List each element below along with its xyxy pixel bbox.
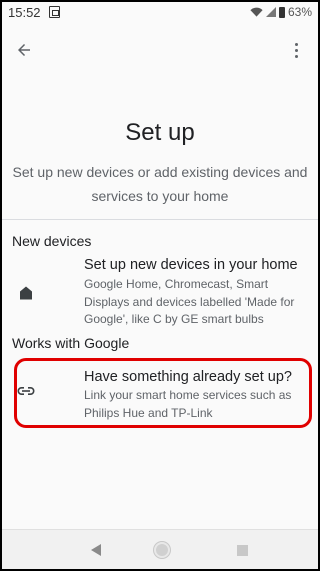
signal-icon	[265, 7, 276, 17]
photo-notification-icon	[48, 6, 60, 18]
battery-icon	[278, 6, 285, 18]
item-description: Google Home, Chromecast, Smart Displays …	[84, 277, 295, 326]
status-indicators: 63%	[250, 5, 312, 19]
nav-back-icon[interactable]	[90, 544, 102, 556]
nav-home-icon[interactable]	[154, 542, 170, 558]
system-nav-bar	[2, 529, 318, 569]
wifi-icon	[250, 7, 263, 17]
section-header-works-with-google: Works with Google	[12, 335, 130, 351]
battery-level: 63%	[287, 5, 312, 19]
list-item-set-up-new-devices[interactable]: Set up new devices in your home Google H…	[2, 256, 318, 328]
page-title: Set up	[125, 119, 195, 146]
more-vert-icon[interactable]	[284, 38, 308, 62]
status-time: 15:52	[8, 4, 41, 20]
status-bar: 15:52 63%	[2, 2, 318, 22]
phone-screen: 15:52 63% Set up Set up new devices or a…	[0, 0, 320, 571]
divider	[2, 219, 318, 220]
app-bar	[2, 22, 318, 78]
section-header-new-devices: New devices	[12, 233, 92, 249]
home-icon	[14, 281, 38, 305]
highlight-annotation	[14, 358, 312, 428]
item-title: Set up new devices in your home	[84, 257, 298, 273]
page-subtitle: Set up new devices or add existing devic…	[12, 164, 308, 204]
arrow-back-icon[interactable]	[12, 38, 36, 62]
nav-recents-icon[interactable]	[237, 545, 248, 556]
